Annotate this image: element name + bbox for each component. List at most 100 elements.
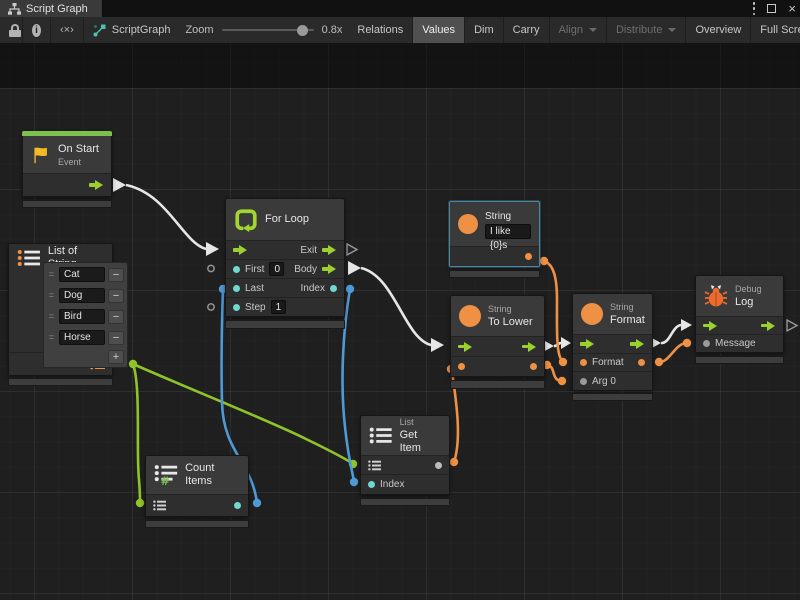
loop-icon bbox=[234, 208, 258, 232]
string-output-port[interactable] bbox=[530, 363, 537, 370]
maximize-icon[interactable] bbox=[767, 4, 776, 13]
remove-item-button[interactable]: − bbox=[108, 331, 124, 345]
step-input-port[interactable] bbox=[233, 304, 240, 311]
code-view-button[interactable]: ‹×› bbox=[51, 17, 84, 43]
node-count-items[interactable]: # Count Items bbox=[145, 455, 249, 517]
chevron-down-icon bbox=[668, 28, 676, 32]
relations-button[interactable]: Relations bbox=[348, 17, 413, 43]
string-output-port[interactable] bbox=[525, 253, 532, 260]
fullscreen-button[interactable]: Full Screen bbox=[751, 17, 800, 43]
node-footer bbox=[695, 356, 784, 364]
string-type-icon bbox=[459, 305, 481, 327]
zoom-slider-knob[interactable] bbox=[297, 25, 308, 36]
last-port-label: Last bbox=[245, 283, 264, 294]
list-item-field[interactable]: Dog bbox=[59, 288, 105, 303]
count-output-port[interactable] bbox=[234, 502, 241, 509]
index-input-port[interactable] bbox=[368, 481, 375, 488]
carry-button[interactable]: Carry bbox=[504, 17, 550, 43]
index-output-port[interactable] bbox=[330, 285, 337, 292]
step-value-field[interactable]: 1 bbox=[271, 300, 287, 314]
align-dropdown[interactable]: Align bbox=[550, 17, 607, 43]
drag-handle-icon[interactable]: = bbox=[47, 291, 56, 300]
flow-input-port[interactable] bbox=[233, 245, 248, 255]
distribute-dropdown[interactable]: Distribute bbox=[607, 17, 686, 43]
script-graph-window: On Start Event For Loop Exit First bbox=[0, 0, 800, 600]
arg0-input-port[interactable] bbox=[580, 378, 587, 385]
graph-breadcrumb[interactable]: ScriptGraph bbox=[84, 17, 180, 43]
chevron-down-icon bbox=[589, 28, 597, 32]
node-title: Log bbox=[735, 296, 762, 309]
first-input-port[interactable] bbox=[233, 266, 240, 273]
list-item-row: = Dog − bbox=[47, 287, 124, 304]
close-icon[interactable]: × bbox=[788, 2, 796, 15]
list-item-row: = Cat − bbox=[47, 266, 124, 283]
drag-handle-icon[interactable]: = bbox=[47, 270, 56, 279]
node-for-loop[interactable]: For Loop Exit First 0 Body Last Index St… bbox=[225, 198, 345, 317]
node-title: String bbox=[485, 210, 531, 223]
flag-icon bbox=[31, 145, 51, 165]
node-subtitle: Event bbox=[58, 157, 99, 168]
node-footer bbox=[8, 378, 113, 386]
drag-handle-icon[interactable]: = bbox=[47, 333, 56, 342]
event-accent-bar bbox=[22, 131, 112, 136]
zoom-label: Zoom bbox=[185, 24, 213, 36]
list-item-row: = Horse − bbox=[47, 329, 124, 346]
node-debug-log[interactable]: Debug Log Message bbox=[695, 275, 784, 353]
node-string-literal[interactable]: String I like {0}s bbox=[449, 201, 540, 267]
window-menu-icon[interactable] bbox=[752, 2, 755, 15]
zoom-slider[interactable] bbox=[222, 29, 314, 31]
node-get-item[interactable]: List Get Item Index bbox=[360, 415, 450, 495]
string-value-field[interactable]: I like {0}s bbox=[485, 224, 531, 239]
node-title: Count Items bbox=[185, 462, 240, 488]
add-item-button[interactable]: + bbox=[108, 350, 124, 364]
string-type-icon bbox=[458, 214, 478, 234]
remove-item-button[interactable]: − bbox=[108, 310, 124, 324]
flow-output-port[interactable] bbox=[522, 342, 537, 352]
list-input-port[interactable] bbox=[368, 460, 381, 471]
node-on-start[interactable]: On Start Event bbox=[22, 131, 112, 197]
format-input-port[interactable] bbox=[580, 359, 587, 366]
exit-output-port[interactable] bbox=[322, 245, 337, 255]
node-title: To Lower bbox=[488, 316, 533, 329]
node-subtitle: List bbox=[400, 417, 441, 428]
list-input-port[interactable] bbox=[153, 500, 166, 511]
zoom-value: 0.8x bbox=[322, 24, 343, 36]
overview-button[interactable]: Overview bbox=[686, 17, 751, 43]
tab-script-graph[interactable]: Script Graph bbox=[0, 0, 103, 17]
list-editor-widget: = Cat − = Dog − = Bird − = Horse − + bbox=[43, 262, 128, 368]
flow-output-port[interactable] bbox=[89, 180, 104, 190]
remove-item-button[interactable]: − bbox=[108, 289, 124, 303]
flow-output-port[interactable] bbox=[761, 321, 776, 331]
remove-item-button[interactable]: − bbox=[108, 268, 124, 282]
dim-button[interactable]: Dim bbox=[465, 17, 504, 43]
list-item-field[interactable]: Cat bbox=[59, 267, 105, 282]
inspect-button[interactable]: i bbox=[23, 17, 51, 43]
flow-input-port[interactable] bbox=[580, 339, 595, 349]
flow-input-port[interactable] bbox=[703, 321, 718, 331]
last-input-port[interactable] bbox=[233, 285, 240, 292]
list-item-field[interactable]: Bird bbox=[59, 309, 105, 324]
drag-handle-icon[interactable]: = bbox=[47, 312, 56, 321]
arg0-port-label: Arg 0 bbox=[592, 376, 616, 387]
node-title: Get Item bbox=[400, 429, 441, 455]
string-input-port[interactable] bbox=[458, 363, 465, 370]
format-output-port[interactable] bbox=[638, 359, 645, 366]
values-button[interactable]: Values bbox=[413, 17, 465, 43]
item-output-port[interactable] bbox=[435, 462, 442, 469]
flow-output-port[interactable] bbox=[630, 339, 645, 349]
node-title: Format bbox=[610, 314, 645, 327]
node-footer bbox=[360, 498, 450, 506]
node-subtitle: String bbox=[488, 304, 533, 315]
lock-button[interactable] bbox=[0, 17, 23, 43]
message-input-port[interactable] bbox=[703, 340, 710, 347]
first-value-field[interactable]: 0 bbox=[269, 262, 284, 276]
node-footer bbox=[449, 270, 540, 278]
node-to-lower[interactable]: String To Lower bbox=[450, 295, 545, 377]
list-item-field[interactable]: Horse bbox=[59, 330, 105, 345]
flow-input-port[interactable] bbox=[458, 342, 473, 352]
code-icon: ‹×› bbox=[60, 24, 74, 36]
node-format[interactable]: String Format Format Arg 0 bbox=[572, 293, 653, 390]
body-output-port[interactable] bbox=[322, 264, 337, 274]
graph-hierarchy-icon bbox=[8, 3, 21, 15]
node-subtitle: String bbox=[610, 302, 645, 313]
